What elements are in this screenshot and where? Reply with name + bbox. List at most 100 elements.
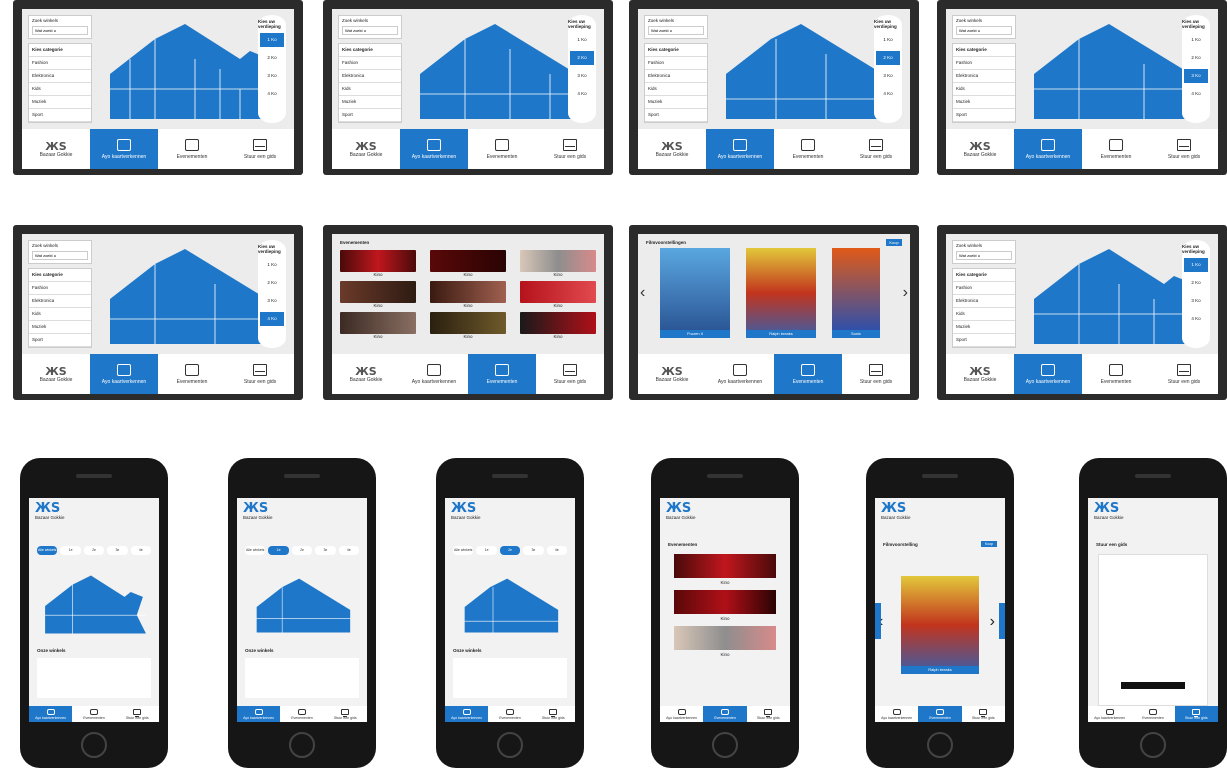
nav-map[interactable]: Ayo kaartverkennen xyxy=(1014,129,1082,169)
nav-events[interactable]: Evenementen xyxy=(918,706,962,722)
tab[interactable]: 2e xyxy=(83,546,105,555)
tab[interactable]: 4e xyxy=(130,546,152,555)
tab[interactable]: 3e xyxy=(107,546,128,555)
nav-contact[interactable]: Stuur een gids xyxy=(532,706,575,722)
nav-home[interactable]: ЖS Bazaar Gokkie xyxy=(946,354,1014,394)
nav-events[interactable]: Evenementen xyxy=(158,129,226,169)
home-button[interactable] xyxy=(497,732,523,758)
nav-map[interactable]: Ayo kaartverkennen xyxy=(445,706,489,722)
event-tile[interactable]: Kino xyxy=(520,250,596,277)
nav-home[interactable]: ЖS Bazaar Gokkie xyxy=(332,354,400,394)
send-button[interactable] xyxy=(1121,682,1185,689)
floor-button-3[interactable]: 3 Ko xyxy=(260,69,284,83)
next-arrow-icon[interactable]: › xyxy=(903,284,908,302)
nav-events[interactable]: Evenementen xyxy=(1082,129,1150,169)
nav-contact[interactable]: Stuur een gids xyxy=(226,354,294,394)
buy-button[interactable]: Koop xyxy=(886,239,902,246)
nav-events[interactable]: Evenementen xyxy=(1082,354,1150,394)
movie-poster[interactable]: Sonic xyxy=(832,248,880,338)
search-input[interactable]: Wat zoekt u xyxy=(32,251,88,260)
message-form[interactable] xyxy=(1098,554,1208,706)
nav-map[interactable]: Ayo kaartverkennen xyxy=(1088,706,1131,722)
next-arrow-icon[interactable]: › xyxy=(990,613,995,631)
event-tile[interactable]: Kino xyxy=(430,281,506,308)
floor-map[interactable] xyxy=(459,574,561,640)
nav-events[interactable]: Evenementen xyxy=(703,706,747,722)
search-input[interactable]: Wat zoekt u xyxy=(648,26,704,35)
nav-contact[interactable]: Stuur een gids xyxy=(226,129,294,169)
nav-map[interactable]: Ayo kaartverkennen xyxy=(660,706,703,722)
event-tile[interactable]: Kino xyxy=(520,281,596,308)
event-tile[interactable]: Kino xyxy=(340,281,416,308)
event-banner[interactable] xyxy=(674,554,776,578)
buy-button[interactable]: Koop xyxy=(981,541,997,547)
floor-button-4[interactable]: 4 Ko xyxy=(260,87,284,101)
nav-events[interactable]: Evenementen xyxy=(72,706,115,722)
nav-contact[interactable]: Stuur een gids xyxy=(962,706,1005,722)
nav-map[interactable]: Ayo kaartverkennen xyxy=(400,354,468,394)
tab[interactable]: Alle winkels xyxy=(37,546,58,555)
nav-events[interactable]: Evenementen xyxy=(1131,706,1174,722)
event-tile[interactable]: Kino xyxy=(520,312,596,339)
event-tile[interactable]: Kino xyxy=(340,312,416,339)
nav-home[interactable]: ЖS Bazaar Gokkie xyxy=(22,129,90,169)
event-tile[interactable]: Kino xyxy=(430,312,506,339)
nav-map[interactable]: Ayo kaartverkennen xyxy=(90,354,158,394)
nav-events[interactable]: Evenementen xyxy=(468,129,536,169)
nav-map[interactable]: Ayo kaartverkennen xyxy=(237,706,281,722)
nav-map[interactable]: Ayo kaartverkennen xyxy=(1014,354,1082,394)
movie-poster[interactable]: Frozen II xyxy=(660,248,730,338)
search-input[interactable]: Wat zoekt u xyxy=(342,26,398,35)
nav-map[interactable]: Ayo kaartverkennen xyxy=(400,129,468,169)
nav-contact[interactable]: Stuur een gids xyxy=(1150,129,1218,169)
event-tile[interactable]: Kino xyxy=(430,250,506,277)
floor-map[interactable] xyxy=(251,574,353,640)
nav-home[interactable]: ЖS Bazaar Gokkie xyxy=(638,354,706,394)
floor-map[interactable] xyxy=(39,570,149,642)
tab[interactable]: 1e xyxy=(60,546,81,555)
nav-home[interactable]: ЖS Bazaar Gokkie xyxy=(638,129,706,169)
floor-map[interactable] xyxy=(1024,244,1204,354)
movie-poster[interactable]: Ralph breaks xyxy=(901,576,979,674)
search-input[interactable]: Wat zoekt u xyxy=(32,26,88,35)
nav-home[interactable]: ЖS Bazaar Gokkie xyxy=(22,354,90,394)
floor-map[interactable] xyxy=(1024,19,1204,129)
movie-poster[interactable]: Ralph breaks xyxy=(746,248,816,338)
prev-arrow-icon[interactable]: ‹ xyxy=(640,284,645,302)
nav-contact[interactable]: Stuur een gids xyxy=(324,706,367,722)
search-input[interactable]: Wat zoekt u xyxy=(956,26,1012,35)
home-button[interactable] xyxy=(289,732,315,758)
nav-events[interactable]: Evenementen xyxy=(774,354,842,394)
category-item[interactable]: Muziek xyxy=(29,96,91,109)
nav-contact[interactable]: Stuur een gids xyxy=(842,354,910,394)
event-banner[interactable] xyxy=(674,626,776,650)
nav-map[interactable]: Ayo kaartverkennen xyxy=(706,354,774,394)
search-input[interactable]: Wat zoekt u xyxy=(956,251,1012,260)
nav-home[interactable]: ЖS Bazaar Gokkie xyxy=(332,129,400,169)
nav-contact[interactable]: Stuur een gids xyxy=(842,129,910,169)
floor-map[interactable] xyxy=(716,19,896,129)
nav-map[interactable]: Ayo kaartverkennen xyxy=(29,706,73,722)
home-button[interactable] xyxy=(1140,732,1166,758)
nav-map[interactable]: Ayo kaartverkennen xyxy=(90,129,158,169)
nav-events[interactable]: Evenementen xyxy=(774,129,842,169)
nav-contact[interactable]: Stuur een gids xyxy=(536,354,604,394)
category-item[interactable]: Sport xyxy=(29,109,91,122)
home-button[interactable] xyxy=(927,732,953,758)
nav-events[interactable]: Evenementen xyxy=(158,354,226,394)
floor-map[interactable] xyxy=(100,244,280,354)
category-item[interactable]: Elektronica xyxy=(29,70,91,83)
nav-contact[interactable]: Stuur een gids xyxy=(1174,706,1218,722)
nav-events[interactable]: Evenementen xyxy=(280,706,323,722)
nav-events[interactable]: Evenementen xyxy=(468,354,536,394)
floor-button-2[interactable]: 2 Ko xyxy=(260,51,284,65)
home-button[interactable] xyxy=(712,732,738,758)
nav-contact[interactable]: Stuur een gids xyxy=(747,706,790,722)
nav-contact[interactable]: Stuur een gids xyxy=(116,706,159,722)
event-tile[interactable]: Kino xyxy=(340,250,416,277)
nav-contact[interactable]: Stuur een gids xyxy=(1150,354,1218,394)
category-item[interactable]: Fashion xyxy=(29,57,91,70)
nav-contact[interactable]: Stuur een gids xyxy=(536,129,604,169)
nav-events[interactable]: Evenementen xyxy=(488,706,531,722)
event-banner[interactable] xyxy=(674,590,776,614)
